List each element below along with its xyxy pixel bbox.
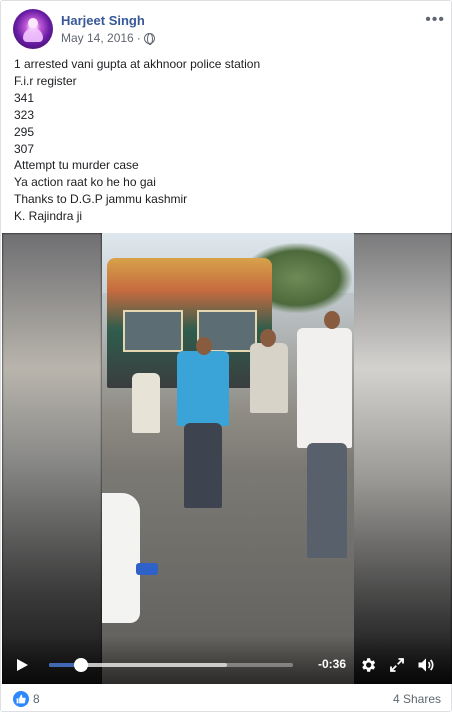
bus-window (123, 310, 183, 352)
reaction-count[interactable]: 8 (33, 692, 40, 706)
scene-person-white-shirt (297, 328, 352, 448)
scrubber-handle[interactable] (73, 658, 88, 672)
thumbs-up-icon[interactable] (13, 691, 29, 707)
more-options-icon[interactable]: ••• (425, 11, 445, 29)
video-frame[interactable] (102, 233, 354, 684)
post-line: 1 arrested vani gupta at akhnoor police … (14, 57, 261, 71)
gear-icon[interactable] (359, 656, 377, 674)
post-line: 295 (14, 124, 35, 139)
video-controls: -0:36 (2, 636, 452, 684)
scene-person (132, 373, 160, 433)
post-line: 323 (14, 107, 35, 122)
scene-person (250, 343, 288, 413)
post-card: Harjeet Singh May 14, 2016 · ••• 1 arres… (0, 0, 452, 712)
post-line: Attempt tu murder case (14, 158, 139, 173)
scene-head (196, 337, 212, 355)
author-name[interactable]: Harjeet Singh (61, 13, 145, 28)
video-blur-right (352, 233, 452, 684)
progress-bar[interactable] (49, 658, 293, 672)
post-line: 307 (14, 141, 35, 156)
video-blur-left (2, 233, 102, 684)
post-line: Thanks to D.G.P jammu kashmir (14, 192, 188, 207)
video-player[interactable]: -0:36 (2, 233, 452, 684)
scene-blue-cloth (136, 563, 158, 575)
scene-head (260, 329, 276, 347)
avatar-body (23, 28, 43, 42)
globe-icon[interactable] (143, 32, 155, 45)
time-remaining: -0:36 (318, 657, 347, 671)
post-line: 341 (14, 90, 35, 105)
volume-icon[interactable] (416, 655, 436, 675)
post-footer: 8 4 Shares (13, 691, 441, 709)
scene-person-legs (184, 423, 222, 508)
scene-person-blue-shirt (177, 351, 229, 426)
post-header: Harjeet Singh May 14, 2016 · ••• (13, 9, 444, 49)
shares-count[interactable]: 4 Shares (393, 692, 441, 706)
post-line: K. Rajindra ji (14, 209, 83, 224)
post-line: F.i.r register (14, 73, 77, 88)
scene-person-legs (307, 443, 347, 558)
post-message: 1 arrested vani gupta at akhnoor police … (14, 56, 440, 225)
post-date[interactable]: May 14, 2016 (61, 31, 134, 45)
play-icon[interactable] (17, 659, 28, 671)
expand-icon[interactable] (388, 656, 406, 674)
post-meta: May 14, 2016 · (61, 31, 155, 45)
author-avatar[interactable] (13, 9, 53, 49)
scene-head (324, 311, 340, 329)
avatar-figure (28, 18, 38, 28)
post-line: Ya action raat ko he ho gai (14, 175, 156, 190)
separator-dot: · (136, 31, 141, 45)
scene-white-cloth (102, 493, 140, 623)
